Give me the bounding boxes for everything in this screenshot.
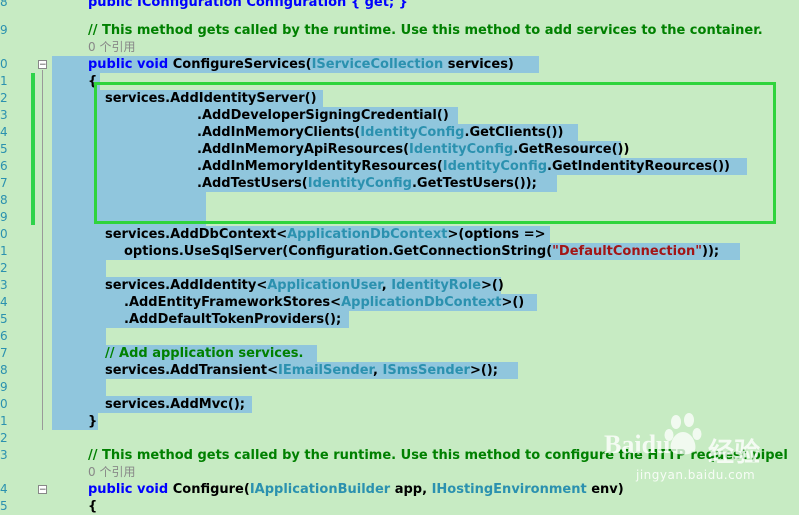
code-token: >() [481, 278, 504, 293]
code-token: Configure( [172, 482, 250, 497]
code-token: >() [501, 295, 525, 310]
keyword: void [137, 482, 169, 497]
code-token: , [381, 278, 392, 293]
line-number: 0 [0, 397, 8, 411]
line-number: 6 [0, 329, 8, 343]
type-name: IServiceCollection [311, 57, 444, 72]
line-number: 2 [0, 91, 8, 105]
line-number: 1 [0, 414, 8, 428]
code-token: options.UseSqlServer(Configuration.GetCo… [124, 244, 553, 259]
code-line: public void Configure(IApplicationBuilde… [88, 481, 624, 498]
watermark: Baidu 经验 jingyan.baidu.com [590, 410, 799, 503]
code-comment: // Add application services. [105, 346, 304, 361]
code-token: )); [702, 244, 720, 259]
line-number: 6 [0, 159, 8, 173]
line-number: 5 [0, 142, 8, 156]
line-number: 3 [0, 448, 8, 462]
keyword: public [88, 57, 133, 72]
code-line: // Add application services. [105, 345, 303, 362]
reference-count-lens[interactable]: 0 个引用 [88, 464, 135, 481]
line-number: 9 [0, 210, 8, 224]
reference-count-lens[interactable]: 0 个引用 [88, 39, 135, 56]
type-name: ApplicationDbContext [287, 227, 448, 242]
line-number: 7 [0, 176, 8, 190]
code-token: .AddEntityFrameworkStores< [124, 295, 342, 310]
line-number: 0 [0, 57, 8, 71]
line-number: 9 [0, 23, 8, 37]
code-line: options.UseSqlServer(Configuration.GetCo… [124, 243, 719, 260]
annotation-highlight-box [94, 82, 776, 224]
type-name: ISmsSender [382, 363, 470, 378]
line-number-gutter: 8 9 0 1 2 3 4 5 6 7 8 9 0 1 2 3 4 5 6 7 … [0, 0, 44, 513]
code-token: ConfigureServices( [172, 57, 312, 72]
code-editor[interactable]: 8 9 0 1 2 3 4 5 6 7 8 9 0 1 2 3 4 5 6 7 … [0, 0, 799, 514]
watermark-brand: Baidu [604, 430, 671, 459]
line-number: 5 [0, 499, 8, 513]
type-name: ApplicationDbContext [341, 295, 502, 310]
code-token: public IConfiguration Configuration { ge… [88, 0, 408, 10]
line-number: 2 [0, 261, 8, 275]
watermark-url: jingyan.baidu.com [636, 468, 756, 482]
line-number: 3 [0, 278, 8, 292]
code-line: public IConfiguration Configuration { ge… [88, 0, 408, 11]
line-number: 4 [0, 295, 8, 309]
collapse-icon[interactable]: − [38, 60, 47, 70]
collapse-icon[interactable]: − [38, 485, 47, 495]
code-token: services.AddDbContext< [105, 227, 288, 242]
code-token: services.AddIdentity< [105, 278, 268, 293]
line-number: 8 [0, 363, 8, 377]
code-line: .AddEntityFrameworkStores<ApplicationDbC… [124, 294, 524, 311]
code-line: services.AddMvc(); [105, 397, 245, 412]
code-line: services.AddDbContext<ApplicationDbConte… [105, 226, 545, 243]
line-number: 3 [0, 108, 8, 122]
code-token: , [373, 363, 383, 378]
fold-guide-line [42, 70, 43, 430]
line-number: 2 [0, 431, 8, 445]
selection-highlight [52, 260, 106, 277]
code-token: services.AddTransient< [105, 363, 279, 378]
code-line: .AddDefaultTokenProviders(); [124, 312, 342, 327]
type-name: IEmailSender [278, 363, 374, 378]
line-number: 1 [0, 244, 8, 258]
type-name: IApplicationBuilder [249, 482, 391, 497]
line-number: 4 [0, 125, 8, 139]
type-name: IHostingEnvironment [431, 482, 587, 497]
code-line: { [88, 499, 98, 514]
code-token: services) [443, 57, 514, 72]
line-number: 5 [0, 312, 8, 326]
line-number: 1 [0, 74, 8, 88]
watermark-cn: 经验 [708, 438, 761, 468]
type-name: ApplicationUser [267, 278, 382, 293]
string-literal: "DefaultConnection" [552, 244, 703, 259]
line-number: 7 [0, 346, 8, 360]
line-number: 0 [0, 227, 8, 241]
code-comment: // This method gets called by the runtim… [88, 23, 763, 38]
code-line: // This method gets called by the runtim… [88, 22, 763, 39]
code-token: app, [390, 482, 432, 497]
code-line: services.AddTransient<IEmailSender, ISms… [105, 362, 498, 379]
line-number: 4 [0, 482, 8, 496]
line-number: 8 [0, 0, 8, 9]
line-number: 9 [0, 380, 8, 394]
line-number: 8 [0, 193, 8, 207]
type-name: IdentityRole [391, 278, 482, 293]
keyword: void [137, 57, 169, 72]
code-token: >(); [469, 363, 498, 378]
keyword: public [88, 482, 133, 497]
change-indicator-bar [31, 73, 35, 225]
code-line: } [88, 414, 98, 429]
code-line: services.AddIdentity<ApplicationUser, Id… [105, 277, 504, 294]
code-line: public void ConfigureServices(IServiceCo… [88, 56, 514, 73]
selection-highlight [52, 379, 106, 396]
selection-highlight [52, 328, 106, 345]
code-token: >(options => [447, 227, 546, 242]
